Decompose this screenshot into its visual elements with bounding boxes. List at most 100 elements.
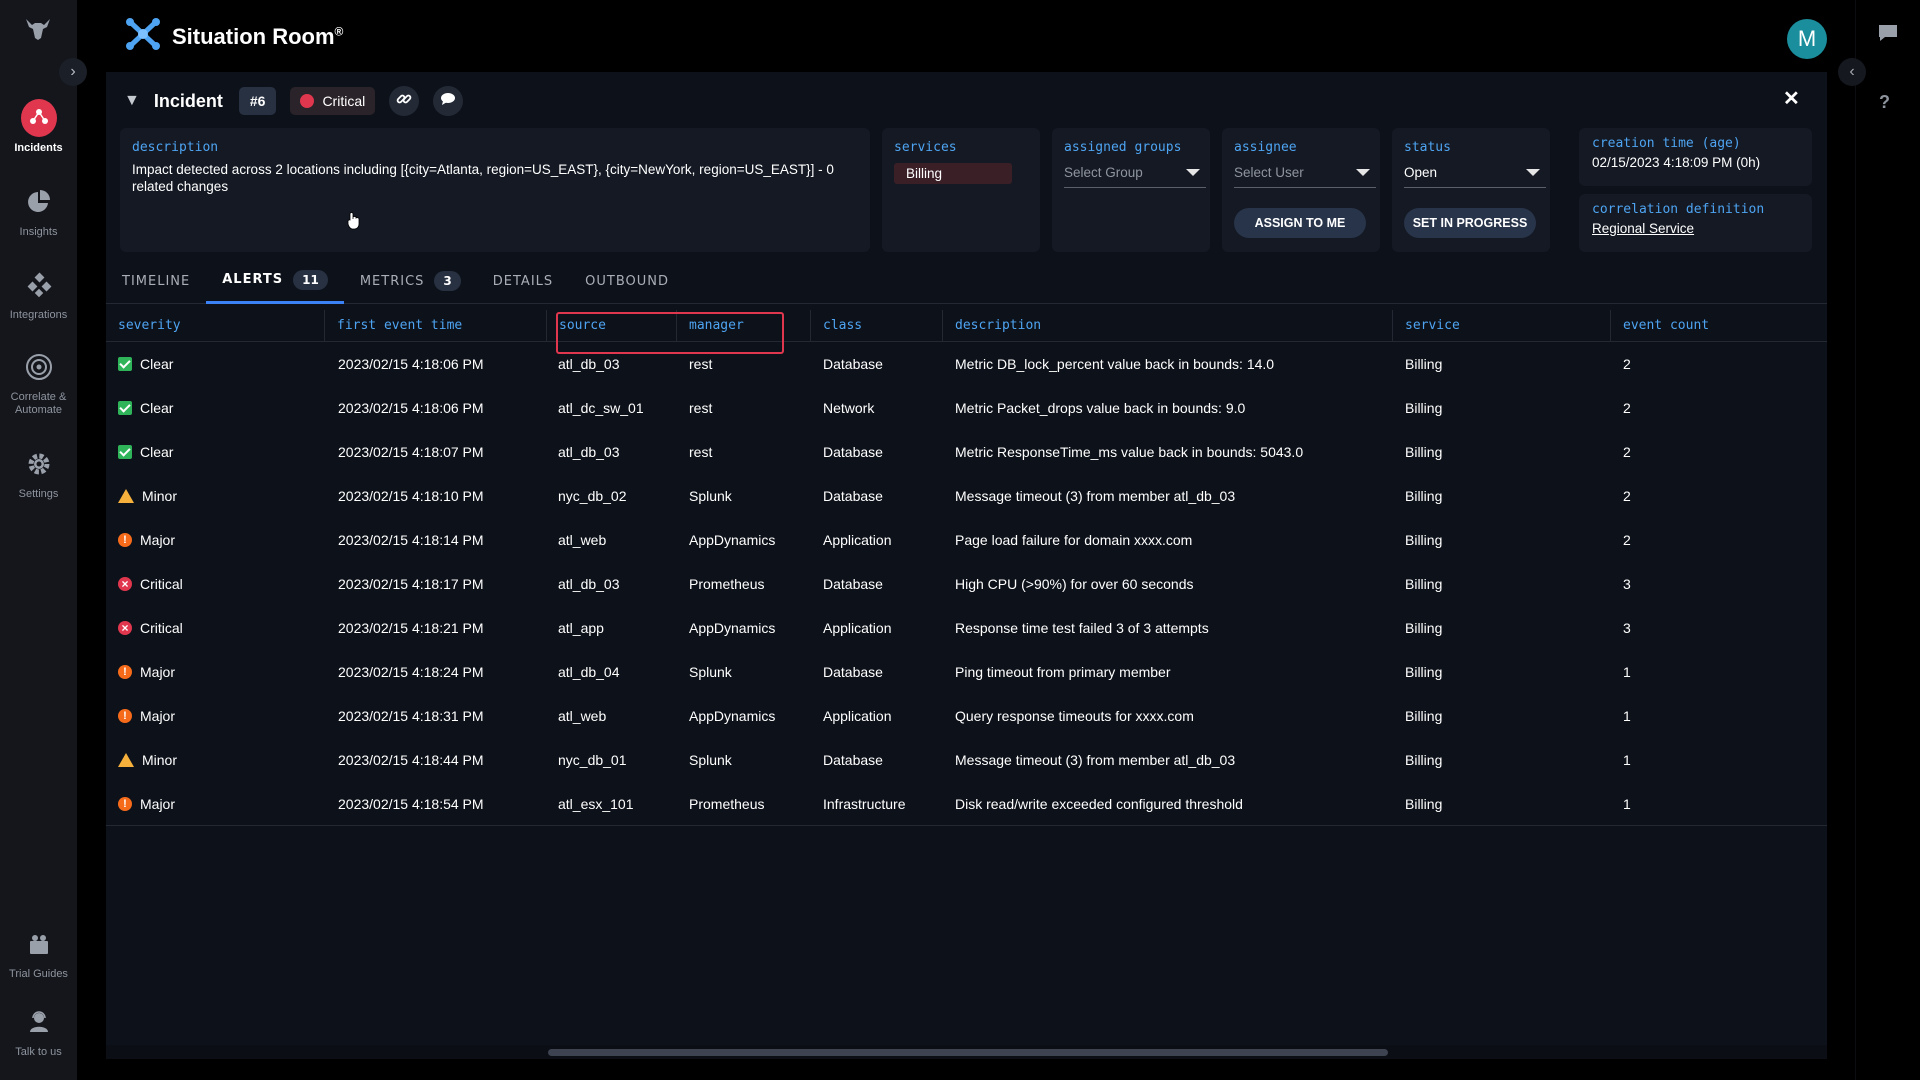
header-service[interactable]: service bbox=[1392, 310, 1460, 342]
status-select[interactable]: Open bbox=[1404, 165, 1546, 188]
cell-count: 2 bbox=[1623, 488, 1631, 504]
nav-item-incidents[interactable]: Incidents bbox=[0, 99, 77, 155]
scrollbar-thumb[interactable] bbox=[548, 1049, 1388, 1056]
chat-icon[interactable] bbox=[1876, 22, 1900, 49]
assign-to-me-button[interactable]: ASSIGN TO ME bbox=[1234, 208, 1366, 238]
tab-outbound[interactable]: OUTBOUND bbox=[569, 258, 685, 304]
severity-text: Major bbox=[140, 708, 176, 724]
cell-class: Database bbox=[823, 444, 883, 460]
header-first-event-time[interactable]: first event time bbox=[324, 310, 462, 342]
collapse-right-panel-button[interactable]: ‹ bbox=[1838, 58, 1866, 86]
nav-item-talk-to-us[interactable]: Talk to us bbox=[0, 1004, 77, 1059]
cell-count: 3 bbox=[1623, 620, 1631, 636]
creation-time-label: creation time (age) bbox=[1592, 136, 1741, 151]
header-source[interactable]: source bbox=[546, 310, 606, 342]
status-select-value: Open bbox=[1404, 165, 1438, 180]
cell-description: Disk read/write exceeded configured thre… bbox=[955, 796, 1243, 812]
severity-text: Minor bbox=[142, 488, 178, 504]
table-row[interactable]: Minor 2023/02/15 4:18:44 PM nyc_db_01 Splun… bbox=[106, 738, 1827, 782]
correlation-label: correlation definition bbox=[1592, 202, 1765, 217]
help-icon[interactable]: ? bbox=[1879, 92, 1890, 113]
table-row[interactable]: Major 2023/02/15 4:18:24 PM atl_db_04 Splun… bbox=[106, 650, 1827, 694]
user-avatar[interactable]: M bbox=[1787, 19, 1827, 59]
header-description[interactable]: description bbox=[942, 310, 1041, 342]
cell-description: Query response timeouts for xxxx.com bbox=[955, 708, 1194, 724]
gear-icon bbox=[21, 446, 57, 482]
header-event-count[interactable]: event count bbox=[1610, 310, 1709, 342]
table-row[interactable]: Major 2023/02/15 4:18:31 PM atl_web AppDyna… bbox=[106, 694, 1827, 738]
alerts-table: severity first event time source manager… bbox=[106, 310, 1827, 826]
nav-item-settings[interactable]: Settings bbox=[0, 446, 77, 501]
assigned-groups-label: assigned groups bbox=[1064, 140, 1182, 155]
cell-count: 1 bbox=[1623, 796, 1631, 812]
table-row[interactable]: Clear 2023/02/15 4:18:06 PM atl_dc_sw_01 re… bbox=[106, 386, 1827, 430]
table-row[interactable]: Major 2023/02/15 4:18:14 PM atl_web AppDyna… bbox=[106, 518, 1827, 562]
horizontal-scrollbar[interactable] bbox=[106, 1045, 1827, 1059]
nav-item-correlate[interactable]: Correlate & Automate bbox=[0, 349, 77, 417]
mouse-cursor-icon bbox=[347, 212, 361, 235]
bull-logo-icon[interactable] bbox=[24, 16, 52, 42]
chevron-down-icon[interactable]: ▼ bbox=[124, 92, 140, 110]
incident-panel: ▼ Incident #6 Critical ✕ description Imp… bbox=[106, 72, 1827, 1059]
cell-source: atl_web bbox=[558, 532, 607, 548]
table-row[interactable]: Critical 2023/02/15 4:18:17 PM atl_db_03 Pr… bbox=[106, 562, 1827, 606]
cell-time: 2023/02/15 4:18:14 PM bbox=[338, 532, 484, 548]
link-button[interactable] bbox=[389, 86, 420, 116]
header-manager[interactable]: manager bbox=[676, 310, 744, 342]
comment-button[interactable] bbox=[433, 86, 464, 116]
tab-label: METRICS bbox=[359, 273, 425, 289]
user-select[interactable]: Select User bbox=[1234, 165, 1376, 188]
cell-source: atl_db_03 bbox=[558, 576, 620, 592]
set-in-progress-button[interactable]: SET IN PROGRESS bbox=[1404, 208, 1536, 238]
cell-class: Database bbox=[823, 664, 883, 680]
description-card: description Impact detected across 2 loc… bbox=[120, 128, 870, 252]
header-severity[interactable]: severity bbox=[106, 310, 181, 342]
table-row[interactable]: Clear 2023/02/15 4:18:07 PM atl_db_03 rest D… bbox=[106, 430, 1827, 474]
close-icon[interactable]: ✕ bbox=[1783, 86, 1800, 111]
severity-text: Critical bbox=[140, 620, 183, 636]
table-row[interactable]: Minor 2023/02/15 4:18:10 PM nyc_db_02 Splun… bbox=[106, 474, 1827, 518]
cell-description: Page load failure for domain xxxx.com bbox=[955, 532, 1193, 548]
check-icon bbox=[118, 357, 132, 371]
cell-source: nyc_db_02 bbox=[558, 488, 627, 504]
group-select[interactable]: Select Group bbox=[1064, 165, 1206, 188]
cell-severity: Major bbox=[118, 518, 175, 562]
tab-details[interactable]: DETAILS bbox=[477, 258, 569, 304]
expand-nav-button[interactable]: › bbox=[59, 58, 87, 86]
cell-time: 2023/02/15 4:18:31 PM bbox=[338, 708, 484, 724]
severity-badge: Critical bbox=[290, 87, 376, 115]
table-row[interactable]: Major 2023/02/15 4:18:54 PM atl_esx_101 Pro… bbox=[106, 782, 1827, 826]
header-class[interactable]: class bbox=[810, 310, 862, 342]
correlation-link[interactable]: Regional Service bbox=[1592, 220, 1799, 237]
cell-service: Billing bbox=[1405, 708, 1443, 724]
tab-timeline[interactable]: TIMELINE bbox=[106, 258, 206, 304]
cell-count: 1 bbox=[1623, 664, 1631, 680]
cell-source: atl_dc_sw_01 bbox=[558, 400, 644, 416]
nav-item-integrations[interactable]: Integrations bbox=[0, 267, 77, 322]
table-row[interactable]: Clear 2023/02/15 4:18:06 PM atl_db_03 rest D… bbox=[106, 342, 1827, 386]
exclamation-icon bbox=[118, 518, 132, 562]
user-select-value: Select User bbox=[1234, 165, 1304, 180]
cell-count: 2 bbox=[1623, 356, 1631, 372]
incident-number-badge: #6 bbox=[238, 87, 277, 115]
nav-item-trial-guides[interactable]: Trial Guides bbox=[0, 926, 77, 981]
severity-text: Minor bbox=[142, 752, 178, 768]
cell-time: 2023/02/15 4:18:06 PM bbox=[338, 400, 484, 416]
cell-source: atl_web bbox=[558, 708, 607, 724]
cell-time: 2023/02/15 4:18:54 PM bbox=[338, 796, 484, 812]
cell-description: Response time test failed 3 of 3 attempt… bbox=[955, 620, 1209, 636]
tab-alerts[interactable]: ALERTS 11 bbox=[206, 258, 344, 304]
nav-item-insights[interactable]: Insights bbox=[0, 184, 77, 239]
service-chip[interactable]: Billing bbox=[894, 163, 1012, 184]
severity-text: Clear bbox=[140, 400, 174, 416]
dropdown-arrow-icon bbox=[1186, 169, 1200, 176]
table-row[interactable]: Critical 2023/02/15 4:18:21 PM atl_app AppD… bbox=[106, 606, 1827, 650]
comment-icon bbox=[440, 92, 456, 111]
tab-label: OUTBOUND bbox=[585, 273, 670, 289]
tab-metrics[interactable]: METRICS 3 bbox=[344, 258, 477, 304]
cell-service: Billing bbox=[1405, 620, 1443, 636]
severity-text: Clear bbox=[140, 444, 174, 460]
cell-description: Metric DB_lock_percent value back in bou… bbox=[955, 356, 1275, 372]
cell-time: 2023/02/15 4:18:07 PM bbox=[338, 444, 484, 460]
severity-text: Major bbox=[140, 664, 176, 680]
